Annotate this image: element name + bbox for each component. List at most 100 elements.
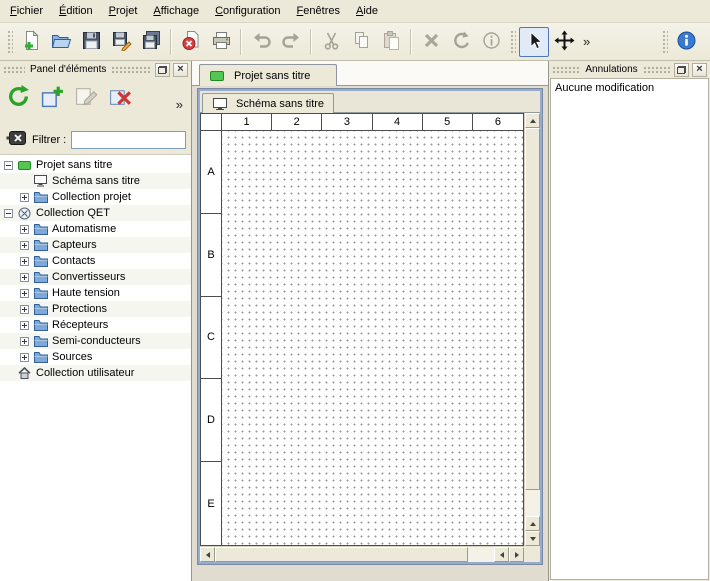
tree-item-protections[interactable]: Protections (0, 301, 191, 317)
close-dock-button[interactable]: × (173, 63, 188, 77)
save-icon (81, 30, 102, 54)
expander-plus-icon[interactable] (20, 273, 29, 282)
close-file-button[interactable] (176, 27, 206, 57)
scroll-down-button[interactable] (525, 531, 540, 546)
tree-item-label: Capteurs (52, 237, 97, 253)
tree-item-collection-utilisateur[interactable]: Collection utilisateur (0, 365, 191, 381)
toolbar-grip[interactable] (509, 29, 516, 55)
tree-item-collection-projet[interactable]: Collection projet (0, 189, 191, 205)
expander-plus-icon[interactable] (20, 321, 29, 330)
vertical-scroll-thumb[interactable] (525, 128, 540, 490)
menu-item-projet[interactable]: Projet (101, 0, 146, 22)
toolbar-grip[interactable] (6, 29, 13, 55)
scroll-left-button[interactable] (200, 547, 215, 562)
copy-button[interactable] (346, 27, 376, 57)
column-header-2: 2 (272, 114, 322, 130)
tree-item-collection-qet[interactable]: Collection QET (0, 205, 191, 221)
float-dock-button[interactable] (155, 63, 170, 77)
tree-item-projet-sans-titre[interactable]: Projet sans titre (0, 157, 191, 173)
undo-button[interactable] (246, 27, 276, 57)
tree-item-label: Contacts (52, 253, 95, 269)
tree-item-automatisme[interactable]: Automatisme (0, 221, 191, 237)
menu-item-fichier[interactable]: Fichier (2, 0, 51, 22)
filter-input[interactable] (71, 131, 186, 149)
tree-item-recepteurs[interactable]: Récepteurs (0, 317, 191, 333)
menu-item-aide[interactable]: Aide (348, 0, 386, 22)
expander-plus-icon[interactable] (20, 225, 29, 234)
tree-item-schema-sans-titre[interactable]: Schéma sans titre (0, 173, 191, 189)
row-header-d: D (201, 379, 221, 462)
dock-grip[interactable] (3, 66, 25, 74)
print-button[interactable] (206, 27, 236, 57)
tree-item-sources[interactable]: Sources (0, 349, 191, 365)
menu-item-configuration[interactable]: Configuration (207, 0, 288, 22)
elements-panel-titlebar[interactable]: Panel d'éléments × (0, 61, 191, 78)
about-button[interactable] (671, 27, 701, 57)
scroll-right-button[interactable] (509, 547, 524, 562)
new-file-button[interactable] (16, 27, 46, 57)
row-header-e: E (201, 462, 221, 545)
clear-filter-button[interactable] (5, 131, 27, 150)
dock-grip[interactable] (643, 66, 671, 74)
tree-item-convertisseurs[interactable]: Convertisseurs (0, 269, 191, 285)
paste-button[interactable] (376, 27, 406, 57)
tree-item-label: Collection utilisateur (36, 365, 134, 381)
expander-minus-icon[interactable] (4, 161, 13, 170)
column-headers: 123456 (222, 114, 523, 131)
tree-item-capteurs[interactable]: Capteurs (0, 237, 191, 253)
select-tool-button[interactable] (519, 27, 549, 57)
redo-button[interactable] (276, 27, 306, 57)
expander-plus-icon[interactable] (20, 305, 29, 314)
menu-item-edition[interactable]: Édition (51, 0, 101, 22)
open-file-button[interactable] (46, 27, 76, 57)
scroll-left-button[interactable] (494, 547, 509, 562)
diagram-canvas[interactable] (222, 131, 523, 545)
panel-toolbar-extension-button[interactable]: » (172, 97, 187, 112)
save-all-button[interactable] (136, 27, 166, 57)
float-dock-button[interactable] (674, 63, 689, 77)
expander-plus-icon[interactable] (20, 289, 29, 298)
undo-history-list[interactable]: Aucune modification (550, 78, 709, 580)
expander-minus-icon[interactable] (4, 209, 13, 218)
dock-grip[interactable] (111, 66, 152, 74)
expander-plus-icon[interactable] (20, 241, 29, 250)
tree-item-semi-conducteurs[interactable]: Semi-conducteurs (0, 333, 191, 349)
save-button[interactable] (76, 27, 106, 57)
vertical-scroll-track[interactable] (525, 490, 540, 516)
expander-plus-icon[interactable] (20, 257, 29, 266)
arrow-down-icon (530, 537, 536, 541)
save-as-button[interactable] (106, 27, 136, 57)
tree-item-contacts[interactable]: Contacts (0, 253, 191, 269)
project-tab[interactable]: Projet sans titre (199, 64, 337, 86)
reload-collections-button[interactable] (4, 83, 33, 112)
edit-element-button[interactable] (72, 83, 101, 112)
close-dock-button[interactable]: × (692, 63, 707, 77)
scroll-up-button[interactable] (525, 516, 540, 531)
horizontal-scrollbar[interactable] (200, 546, 524, 562)
move-cross-icon (554, 30, 575, 54)
horizontal-scroll-thumb[interactable] (215, 547, 468, 562)
horizontal-scroll-track[interactable] (468, 547, 494, 562)
tree-item-haute-tension[interactable]: Haute tension (0, 285, 191, 301)
rotate-button[interactable] (446, 27, 476, 57)
delete-button[interactable] (416, 27, 446, 57)
reload-icon (6, 84, 31, 112)
menu-item-fenetres[interactable]: Fenêtres (289, 0, 348, 22)
new-element-button[interactable] (38, 83, 67, 112)
move-tool-button[interactable] (549, 27, 579, 57)
dock-grip[interactable] (552, 66, 580, 74)
arrow-up-icon (530, 119, 536, 123)
vertical-scrollbar[interactable] (524, 113, 540, 546)
delete-element-button[interactable] (106, 83, 135, 112)
toolbar-grip[interactable] (661, 29, 668, 55)
toolbar-extension-button[interactable]: » (579, 34, 594, 49)
info-button[interactable] (476, 27, 506, 57)
menu-item-affichage[interactable]: Affichage (145, 0, 207, 22)
scroll-up-button[interactable] (525, 113, 540, 128)
expander-plus-icon[interactable] (20, 337, 29, 346)
expander-plus-icon[interactable] (20, 193, 29, 202)
undo-dock-titlebar[interactable]: Annulations × (549, 61, 710, 78)
schema-tab[interactable]: Schéma sans titre (202, 93, 334, 113)
cut-button[interactable] (316, 27, 346, 57)
expander-plus-icon[interactable] (20, 353, 29, 362)
